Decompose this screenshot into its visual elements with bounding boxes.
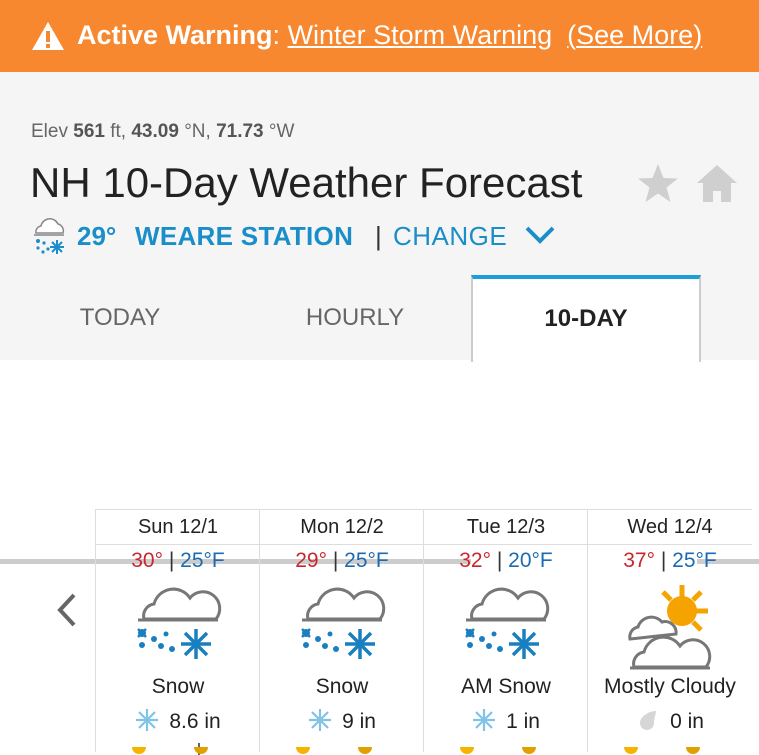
day-precip: 9 in — [260, 708, 424, 734]
precip-amount: 9 in — [342, 710, 376, 733]
tab-hourly[interactable]: HOURLY — [240, 275, 470, 361]
chevron-left-icon[interactable] — [52, 592, 82, 628]
change-station-button[interactable]: CHANGE — [393, 221, 507, 252]
chevron-down-icon[interactable] — [524, 224, 556, 246]
precip-amount: 0 in — [670, 710, 704, 733]
temp-separator: | — [332, 549, 339, 572]
cloud-snow-icon — [34, 218, 65, 254]
day-temps: 37° | 25°F — [588, 549, 752, 573]
high-temp: 29° — [295, 549, 327, 572]
tab-today[interactable]: TODAY — [0, 275, 240, 361]
station-name[interactable]: WEARE STATION — [135, 221, 353, 252]
snow-icon — [465, 587, 550, 659]
lon-value: 71.73 — [216, 121, 264, 142]
day-precip: 8.6 in — [96, 708, 260, 734]
warning-prefix: Active Warning — [77, 20, 273, 50]
low-temp: 25°F — [344, 549, 389, 572]
day-date: Mon 12/2 — [260, 509, 424, 545]
forecast-tabs: TODAY HOURLY 10-DAY — [0, 275, 759, 564]
see-more-link[interactable]: See More — [576, 20, 693, 50]
low-temp: 20°F — [508, 549, 553, 572]
snowflake-icon — [309, 709, 332, 731]
forecast-day[interactable]: Wed 12/4 37° | 25°F Mostly Cloudy 0 in — [587, 509, 752, 754]
see-more-open-paren: ( — [567, 20, 577, 50]
day-date: Tue 12/3 — [424, 509, 588, 545]
raindrop-icon — [640, 711, 657, 730]
lon-unit: °W — [268, 121, 295, 142]
high-temp: 37° — [623, 549, 655, 572]
elev-label: Elev — [31, 121, 68, 142]
sunrise-sunset-icon — [624, 747, 700, 754]
day-condition: AM Snow — [461, 675, 551, 698]
precip-amount: 1 in — [506, 710, 540, 733]
snow-icon — [301, 587, 386, 659]
day-precip: 1 in — [424, 708, 588, 734]
day-condition: Snow — [315, 675, 369, 698]
lat-value: 43.09 — [131, 121, 179, 142]
day-condition: Mostly Cloudy — [604, 675, 736, 698]
see-more-close-paren: ) — [693, 20, 703, 50]
lat-unit: °N, — [184, 121, 211, 142]
temp-separator: | — [496, 549, 503, 572]
home-icon[interactable] — [695, 162, 739, 206]
day-temps: 30° | 25°F — [96, 549, 260, 573]
mostly-cloudy-icon — [628, 585, 712, 670]
elev-value: 561 — [73, 121, 105, 142]
winter-storm-warning-link[interactable]: Winter Storm Warning — [288, 20, 553, 50]
day-date: Wed 12/4 — [588, 509, 752, 545]
forecast-header: Elev 561 ft, 43.09 °N, 71.73 °W NH 10-Da… — [0, 72, 759, 564]
day-temps: 32° | 20°F — [424, 549, 588, 573]
ten-day-forecast: Sun 12/1 30° | 25°F Snow 8.6 in Mon 12/2… — [95, 509, 759, 755]
low-temp: 25°F — [672, 549, 717, 572]
forecast-day[interactable]: Tue 12/3 32° | 20°F AM Snow 1 in — [423, 509, 588, 754]
station-separator: | — [375, 221, 382, 251]
precip-amount: 8.6 in — [169, 710, 221, 733]
temp-separator: | — [660, 549, 667, 572]
high-temp: 30° — [131, 549, 163, 572]
star-icon[interactable] — [636, 162, 680, 206]
high-temp: 32° — [459, 549, 491, 572]
sunrise-sunset-icon — [460, 747, 536, 754]
location-coordinates: Elev 561 ft, 43.09 °N, 71.73 °W — [31, 121, 294, 143]
forecast-day[interactable]: Sun 12/1 30° | 25°F Snow 8.6 in — [95, 509, 260, 755]
tab-10-day[interactable]: 10-DAY — [471, 275, 701, 362]
snow-icon — [137, 587, 222, 659]
current-temperature: 29° — [77, 221, 117, 251]
day-date: Sun 12/1 — [96, 509, 260, 545]
warning-triangle-icon — [32, 22, 64, 50]
day-condition: Snow — [151, 675, 205, 698]
day-precip: 0 in — [588, 708, 752, 734]
forecast-day[interactable]: Mon 12/2 29° | 25°F Snow 9 in — [259, 509, 424, 754]
warning-banner: Active Warning: Winter Storm Warning (Se… — [0, 0, 759, 72]
elev-unit: ft, — [110, 121, 127, 142]
temp-separator: | — [168, 549, 175, 572]
snowflake-icon — [136, 709, 159, 731]
warning-colon: : — [272, 20, 281, 50]
sunrise-sunset-icon — [132, 743, 208, 755]
snowflake-icon — [473, 709, 496, 731]
page-title: NH 10-Day Weather Forecast — [30, 159, 583, 206]
day-temps: 29° | 25°F — [260, 549, 424, 573]
low-temp: 25°F — [180, 549, 225, 572]
sunrise-sunset-icon — [296, 747, 372, 754]
